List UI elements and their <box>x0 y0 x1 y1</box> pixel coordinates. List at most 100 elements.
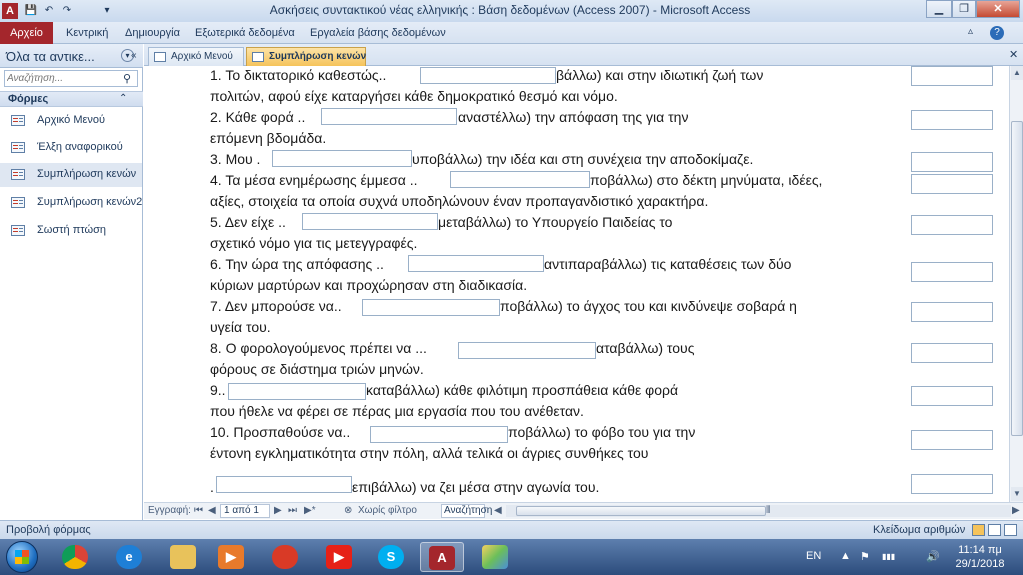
answer-box-1[interactable] <box>911 66 993 86</box>
blank-input-9[interactable] <box>228 383 366 400</box>
network-icon[interactable]: ▮▮▮ <box>882 552 895 561</box>
minimize-ribbon-icon[interactable]: ▵ <box>968 26 973 37</box>
blank-input-2[interactable] <box>321 108 457 125</box>
nav-item-fill-blanks-2[interactable]: Συμπλήρωση κενών2 <box>0 191 142 215</box>
explorer-icon[interactable] <box>162 542 206 572</box>
sentence-10-start: 10. Προσπαθούσε να.. <box>210 424 351 440</box>
blank-input-10[interactable] <box>370 426 508 443</box>
close-icon[interactable]: ✕ <box>1009 48 1018 61</box>
answer-box-4[interactable] <box>911 174 993 194</box>
scroll-grip-icon: ⦀ <box>766 505 771 516</box>
search-input[interactable] <box>7 72 117 85</box>
blank-input-11[interactable] <box>216 476 352 493</box>
form-icon <box>11 197 25 208</box>
answer-box-5[interactable] <box>911 215 993 235</box>
language-indicator[interactable]: EN <box>806 550 821 562</box>
customize-qat-icon[interactable]: ▾ <box>100 4 114 18</box>
show-hidden-icons-icon[interactable]: ▲ <box>840 550 851 562</box>
file-tab[interactable]: Αρχείο <box>0 22 53 44</box>
access-app-icon[interactable]: A <box>2 3 18 19</box>
clock-date: 29/1/2018 <box>955 558 1005 570</box>
tab-external-data[interactable]: Εξωτερικά δεδομένα <box>195 27 295 39</box>
minimize-button[interactable]: ▁ <box>926 0 952 18</box>
blank-input-7[interactable] <box>362 299 500 316</box>
save-icon[interactable]: 💾 <box>24 4 38 18</box>
blank-input-5[interactable] <box>302 213 438 230</box>
filter-toggle[interactable]: Χωρίς φίλτρο <box>358 505 417 516</box>
tab-main-menu[interactable]: Αρχικό Μενού <box>148 47 244 66</box>
answer-box-7[interactable] <box>911 302 993 322</box>
media-player-icon[interactable]: ▶ <box>210 542 254 572</box>
vertical-scrollbar[interactable]: ▲ ▼ <box>1009 66 1023 502</box>
sentence-2-end: αναστέλλω) την απόφαση της για την <box>458 109 689 125</box>
volume-icon[interactable]: 🔊 <box>926 550 940 563</box>
tab-create[interactable]: Δημιουργία <box>125 27 180 39</box>
access-icon[interactable]: A <box>420 542 464 572</box>
restore-button[interactable]: ❐ <box>952 0 976 18</box>
scroll-up-icon[interactable]: ▲ <box>1011 66 1023 80</box>
sentence-7-start: 7. Δεν μπορούσε να.. <box>210 298 342 314</box>
answer-box-11[interactable] <box>911 474 993 494</box>
answer-box-8[interactable] <box>911 343 993 363</box>
document-tabs: Αρχικό Μενού Συμπλήρωση κενών ✕ <box>144 44 1023 66</box>
nav-item-relative-attraction[interactable]: Έλξη αναφορικού <box>0 136 142 160</box>
nav-pane-header[interactable]: Όλα τα αντικε... ▾ « <box>0 44 143 68</box>
sentence-8-start: 8. Ο φορολογούμενος πρέπει να ... <box>210 340 427 356</box>
form-icon <box>11 115 25 126</box>
layout-view-icon[interactable] <box>988 524 1001 536</box>
last-record-icon[interactable]: ⏭ <box>288 505 297 516</box>
answer-box-3[interactable] <box>911 152 993 172</box>
nav-pane-title: Όλα τα αντικε... <box>6 49 95 64</box>
answer-box-2[interactable] <box>911 110 993 130</box>
horizontal-scroll-thumb[interactable] <box>516 506 766 516</box>
first-record-icon[interactable]: ⏮ <box>194 505 203 516</box>
close-button[interactable]: ✕ <box>976 0 1020 18</box>
nav-item-correct-case[interactable]: Σωστή πτώση <box>0 219 142 243</box>
nav-item-fill-blanks[interactable]: Συμπλήρωση κενών <box>0 163 142 187</box>
nav-group-forms[interactable]: Φόρμες ⌃ <box>0 91 143 107</box>
redo-icon[interactable]: ↷ <box>60 4 74 18</box>
next-record-icon[interactable]: ▶ <box>274 505 282 516</box>
sentence-10-end: ποβάλλω) το φόβο του για την <box>508 424 696 440</box>
chrome-icon[interactable] <box>54 542 98 572</box>
sentence-10-cont: έντονη εγκληματικότητα στην πόλη, αλλά τ… <box>210 445 649 461</box>
start-button[interactable] <box>6 541 38 573</box>
scroll-left-icon[interactable]: ◀ <box>494 505 502 516</box>
help-icon[interactable]: ? <box>990 26 1004 40</box>
tab-fill-blanks[interactable]: Συμπλήρωση κενών <box>246 47 366 66</box>
ie-icon[interactable]: e <box>108 542 152 572</box>
nav-item-label: Συμπλήρωση κενών <box>37 168 137 180</box>
nav-item-label: Σωστή πτώση <box>37 224 106 236</box>
search-icon[interactable]: ⚲ <box>123 72 131 85</box>
chevron-up-icon[interactable]: ⌃ <box>119 93 127 104</box>
skype-icon[interactable]: S <box>370 542 414 572</box>
tab-database-tools[interactable]: Εργαλεία βάσης δεδομένων <box>310 27 446 39</box>
answer-box-9[interactable] <box>911 386 993 406</box>
undo-icon[interactable]: ↶ <box>42 4 56 18</box>
blank-input-8[interactable] <box>458 342 596 359</box>
action-center-icon[interactable]: ⚑ <box>860 550 870 563</box>
system-clock[interactable]: 11:14 πμ 29/1/2018 <box>950 543 1010 571</box>
scroll-right-icon[interactable]: ▶ <box>1012 505 1020 516</box>
youtube-icon[interactable]: ▶ <box>318 542 362 572</box>
form-view-icon[interactable] <box>972 524 985 536</box>
clock-time: 11:14 πμ <box>958 544 1002 556</box>
app-red-icon[interactable] <box>264 542 308 572</box>
blank-input-1[interactable] <box>420 67 556 84</box>
sentence-6-cont: κύριων μαρτύρων και προχώρησαν στη διαδι… <box>210 277 528 293</box>
nav-item-main-menu[interactable]: Αρχικό Μενού <box>0 109 142 133</box>
answer-box-10[interactable] <box>911 430 993 450</box>
form-icon <box>252 52 264 62</box>
scroll-thumb[interactable] <box>1011 121 1023 436</box>
blank-input-4[interactable] <box>450 171 590 188</box>
scroll-down-icon[interactable]: ▼ <box>1011 487 1023 501</box>
design-view-icon[interactable] <box>1004 524 1017 536</box>
prev-record-icon[interactable]: ◀ <box>208 505 216 516</box>
new-record-icon[interactable]: ▶* <box>304 505 316 516</box>
blank-input-3[interactable] <box>272 150 412 167</box>
collapse-icon[interactable]: « <box>131 50 137 61</box>
paint-icon[interactable] <box>474 542 518 572</box>
tab-home[interactable]: Κεντρική <box>66 27 108 39</box>
blank-input-6[interactable] <box>408 255 544 272</box>
answer-box-6[interactable] <box>911 262 993 282</box>
